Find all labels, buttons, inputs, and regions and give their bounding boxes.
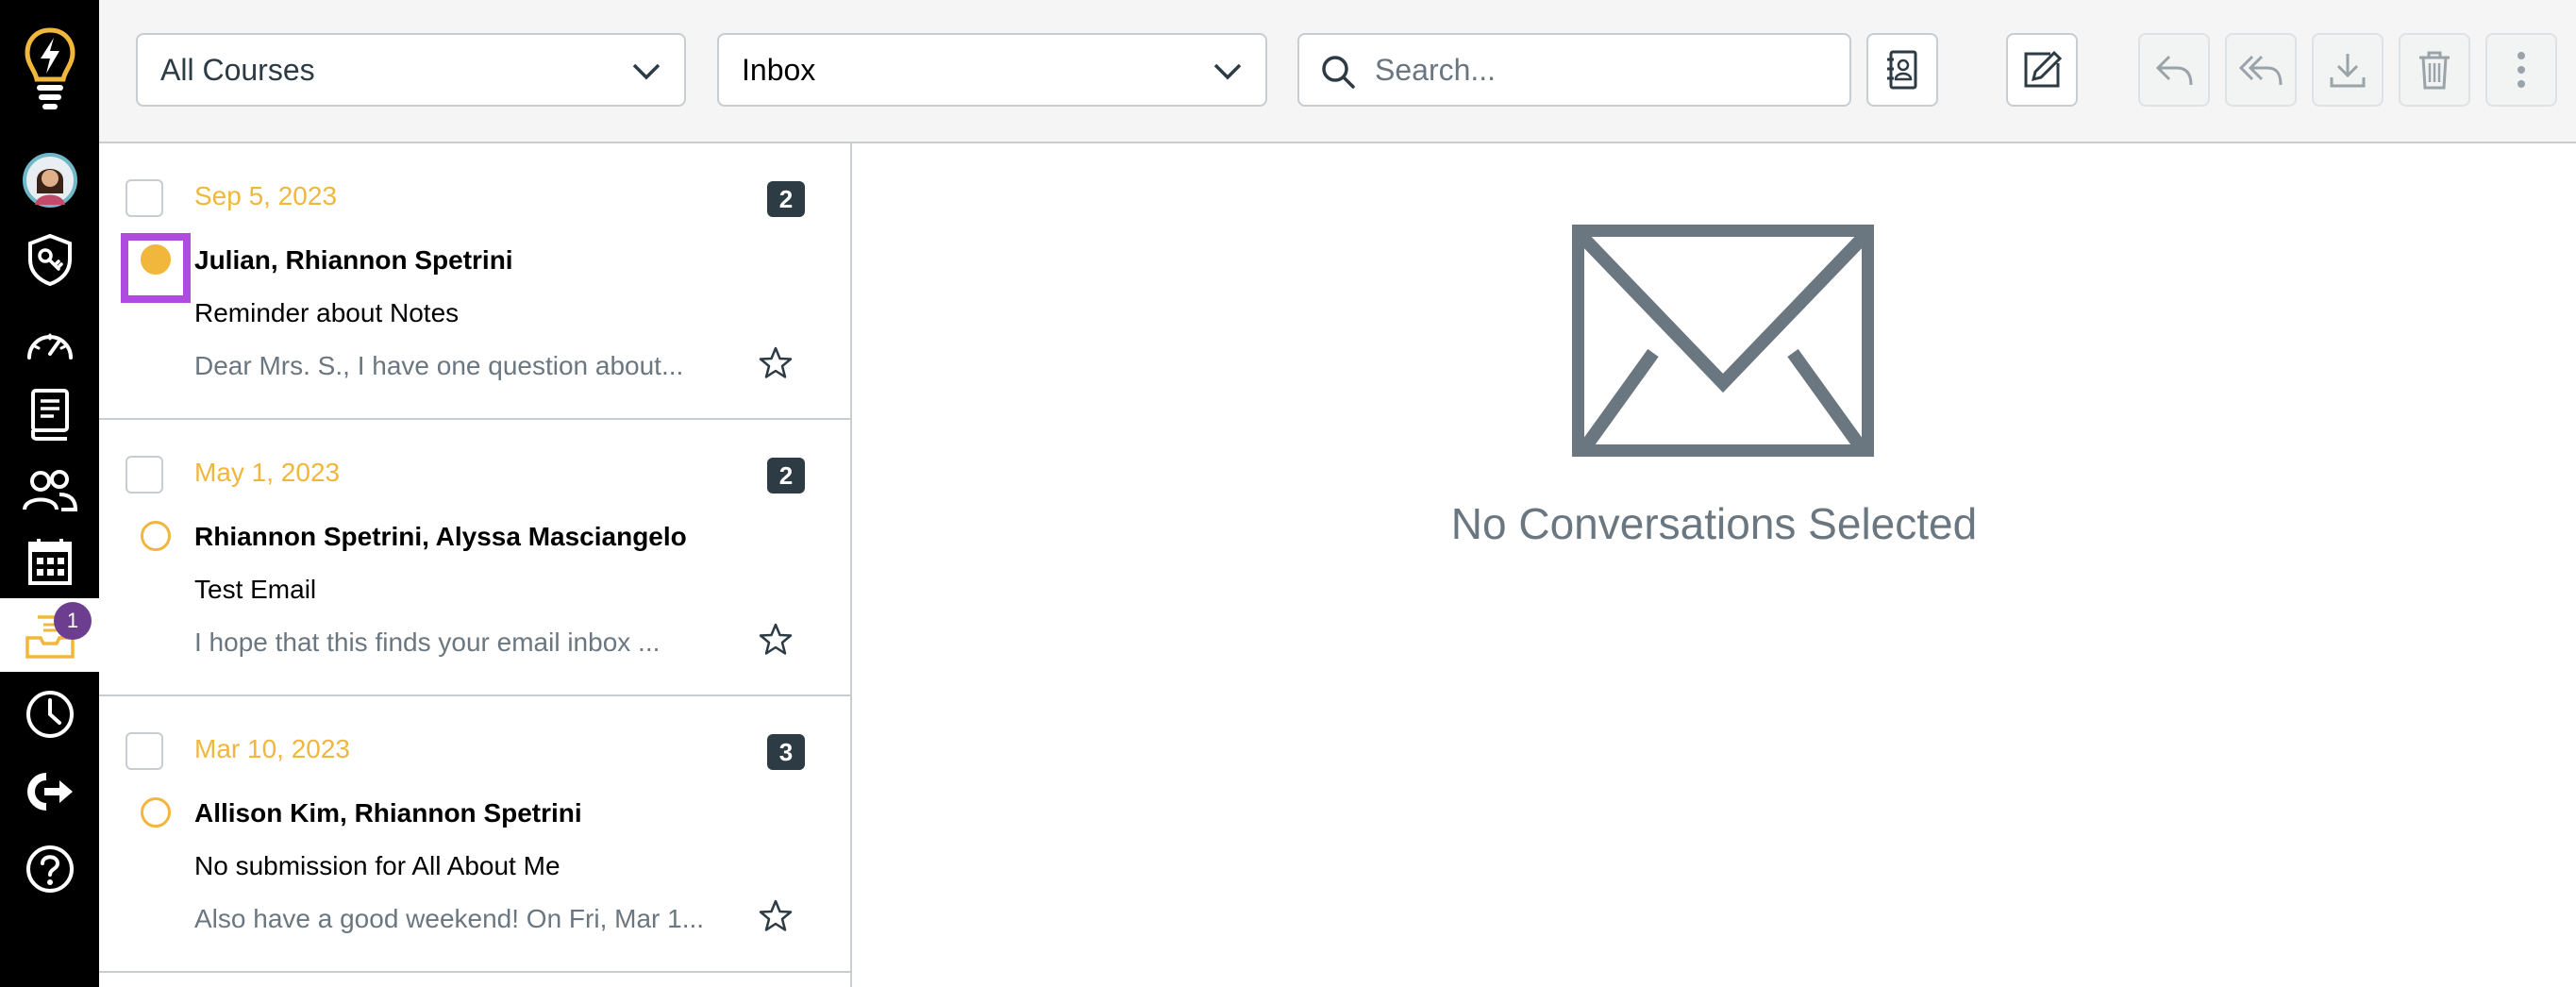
calendar-icon[interactable] [0, 525, 99, 598]
inbox-toolbar: All Courses Inbox [99, 0, 2576, 143]
history-icon[interactable] [0, 678, 99, 751]
logo-icon[interactable] [0, 26, 99, 111]
conversation-detail-pane: No Conversations Selected [852, 143, 2576, 987]
conversation-preview: Dear Mrs. S., I have one question about.… [194, 351, 684, 380]
conversation-participants: Allison Kim, Rhiannon Spetrini [194, 798, 582, 828]
conversation-participants: Julian, Rhiannon Spetrini [194, 245, 513, 275]
admin-icon[interactable] [0, 223, 99, 296]
select-conversation-checkbox[interactable] [125, 456, 163, 494]
address-book-icon [1887, 50, 1917, 90]
conversation-item[interactable]: May 1, 2023 2 Rhiannon Spetrini, Alyssa … [99, 420, 850, 696]
unread-toggle-icon[interactable] [141, 521, 171, 551]
select-conversation-checkbox[interactable] [125, 179, 163, 217]
reply-icon [2155, 55, 2193, 86]
conversation-preview: I hope that this finds your email inbox … [194, 627, 661, 657]
address-book-button[interactable] [1866, 33, 1938, 107]
star-icon[interactable] [758, 345, 794, 381]
mailbox-filter-value: Inbox [742, 52, 816, 87]
global-nav: 1 [0, 0, 99, 987]
reply-all-button[interactable] [2225, 33, 2297, 107]
inbox-unread-badge: 1 [54, 602, 92, 640]
message-count-badge: 3 [767, 734, 805, 770]
conversation-subject: Test Email [194, 575, 317, 604]
conversation-list: Sep 5, 2023 2 Julian, Rhiannon Spetrini … [99, 143, 852, 987]
chevron-down-icon [1213, 63, 1242, 80]
course-filter-select[interactable]: All Courses [136, 33, 686, 107]
star-icon[interactable] [758, 622, 794, 658]
search-box [1297, 33, 1851, 107]
empty-state-message: No Conversations Selected [1450, 499, 1978, 548]
help-icon[interactable] [0, 832, 99, 906]
delete-button[interactable] [2399, 33, 2470, 107]
download-icon [2330, 54, 2366, 88]
archive-button[interactable] [2312, 33, 2384, 107]
select-conversation-checkbox[interactable] [125, 732, 163, 770]
conversation-item[interactable]: Mar 10, 2023 3 Allison Kim, Rhiannon Spe… [99, 696, 850, 973]
conversation-participants: Rhiannon Spetrini, Alyssa Masciangelo [194, 522, 687, 551]
courses-icon[interactable] [0, 377, 99, 451]
conversation-date: May 1, 2023 [194, 458, 341, 487]
search-input[interactable] [1375, 48, 1828, 92]
course-filter-value: All Courses [160, 52, 315, 87]
more-options-button[interactable] [2485, 33, 2557, 107]
conversation-date: Mar 10, 2023 [194, 734, 350, 763]
inbox-icon[interactable]: 1 [0, 598, 99, 672]
reply-all-icon [2239, 55, 2283, 86]
search-icon [1322, 56, 1355, 89]
conversation-subject: No submission for All About Me [194, 851, 560, 880]
groups-icon[interactable] [0, 453, 99, 527]
commons-icon[interactable] [0, 755, 99, 828]
message-count-badge: 2 [767, 458, 805, 494]
star-icon[interactable] [758, 898, 794, 934]
envelope-icon [1572, 225, 1874, 457]
dashboard-icon[interactable] [0, 306, 99, 379]
conversation-item[interactable]: Sep 5, 2023 2 Julian, Rhiannon Spetrini … [99, 143, 850, 420]
account-avatar[interactable] [0, 143, 99, 217]
conversation-date: Sep 5, 2023 [194, 181, 338, 210]
mailbox-filter-select[interactable]: Inbox [717, 33, 1267, 107]
more-vertical-icon [2517, 52, 2525, 88]
compose-icon [2024, 50, 2062, 88]
unread-toggle-icon[interactable] [141, 797, 171, 828]
unread-toggle-icon[interactable] [141, 244, 171, 275]
reply-button[interactable] [2138, 33, 2210, 107]
conversation-preview: Also have a good weekend! On Fri, Mar 1.… [194, 904, 705, 933]
compose-button[interactable] [2006, 33, 2078, 107]
message-count-badge: 2 [767, 181, 805, 217]
chevron-down-icon [632, 63, 661, 80]
trash-icon [2419, 51, 2450, 90]
conversation-subject: Reminder about Notes [194, 298, 460, 327]
